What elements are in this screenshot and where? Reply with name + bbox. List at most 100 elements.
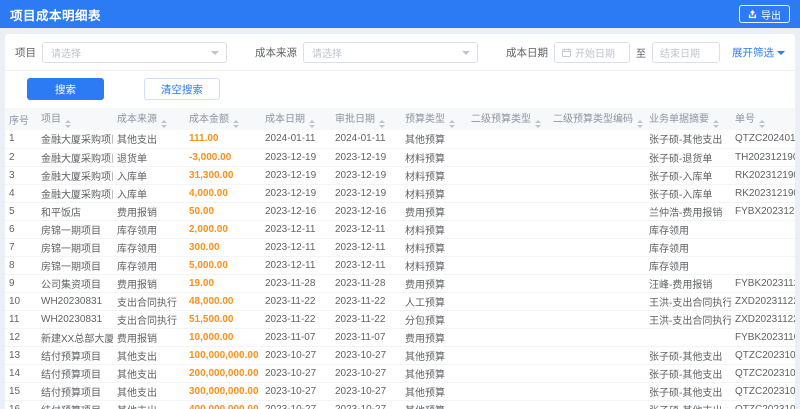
table-row[interactable]: 8 房锦一期项目 库存领用 5,000.00 2023-12-11 2023-12-11 材… — [5, 256, 795, 275]
table-row[interactable]: 3 金融大厦采购项目 入库单 31,300.00 2023-12-19 2023-12-1… — [5, 166, 795, 185]
table-header: 序号 项目 成本来源 成本金额 成本日期 审批日期 预算类型 二级预算类型 二级预算类型编码 业务… — [5, 108, 795, 130]
table-cell — [467, 328, 549, 347]
column-header[interactable]: 成本金额 — [185, 108, 261, 130]
table-cell: 王洪-支出合同执行 — [645, 310, 731, 329]
table-cell: 12 — [5, 328, 37, 347]
sort-carets-icon[interactable] — [449, 120, 455, 128]
table-cell: 库存领用 — [645, 220, 731, 239]
table-cell: 2023-12-16 — [261, 202, 331, 221]
action-bar: 搜索 清空搜索 — [5, 71, 795, 108]
table-cell: 4 — [5, 184, 37, 203]
sort-carets-icon[interactable] — [379, 120, 385, 128]
table-row[interactable]: 5 和平饭店 费用报销 50.00 2023-12-16 2023-12-16 费用预算 兰仲… — [5, 202, 795, 221]
table-cell: 张子硕-其他支出 — [645, 400, 731, 409]
table-cell: 5 — [5, 202, 37, 221]
table-cell: 材料预算 — [401, 166, 467, 185]
column-header-label: 审批日期 — [335, 114, 375, 126]
column-header[interactable]: 成本日期 — [261, 108, 331, 130]
chevron-down-icon — [462, 51, 470, 55]
date-range-separator: 至 — [636, 49, 646, 60]
table-cell: 14 — [5, 364, 37, 383]
sort-carets-icon[interactable] — [759, 120, 765, 128]
table-cell: 公司集资项目 — [37, 274, 113, 293]
table-cell: 2023-10-27 — [261, 400, 331, 409]
table-cell: 19.00 — [185, 274, 261, 293]
table-row[interactable]: 12新建XX总部大厦工程二期费用报销10,000.002023-11-07202… — [5, 328, 795, 347]
table-cell: 材料预算 — [401, 238, 467, 257]
export-button[interactable]: 导出 — [739, 5, 790, 23]
expand-filter-link[interactable]: 展开筛选 — [732, 45, 785, 60]
table-cell: 金融大厦采购项目 — [37, 184, 113, 203]
sort-carets-icon[interactable] — [713, 120, 719, 128]
table-cell: 2023-10-27 — [261, 346, 331, 365]
project-filter-label: 项目 — [15, 47, 36, 59]
table-cell: -3,000.00 — [185, 148, 261, 167]
table-cell: 费用报销 — [113, 202, 185, 221]
table-row[interactable]: 1 金融大厦采购项目 其他支出 111.00 2024-01-11 2024-01-11 其… — [5, 130, 795, 149]
filter-bar: 项目 请选择 成本来源 请选择 成本日期 开始日期 至 结束日期 展开筛选 — [5, 34, 795, 71]
cost-date-filter: 成本日期 开始日期 至 结束日期 — [506, 42, 720, 63]
table-row[interactable]: 9 公司集资项目 费用报销 19.00 2023-11-28 2023-11-28 费用预算… — [5, 274, 795, 293]
table-cell: RK20231219002 — [731, 184, 795, 203]
table-row[interactable]: 2 金融大厦采购项目 退货单 -3,000.00 2023-12-19 2023-12-1… — [5, 148, 795, 167]
table-cell: 金融大厦采购项目 — [37, 148, 113, 167]
table-cell: 张子硕-退货单 — [645, 148, 731, 167]
sort-carets-icon[interactable] — [161, 120, 167, 128]
table-row[interactable]: 15 结付预算项目 其他支出 300,000,000.00 2023-10-27 2023… — [5, 382, 795, 401]
column-header[interactable]: 单号 — [731, 108, 795, 130]
sort-carets-icon[interactable] — [535, 120, 541, 128]
cost-source-select-placeholder: 请选择 — [312, 49, 342, 60]
cost-source-select[interactable]: 请选择 — [303, 42, 478, 63]
table-row[interactable]: 10 WH20230831 支出合同执行 48,000.00 2023-11-22 202… — [5, 292, 795, 311]
table-cell — [467, 310, 549, 329]
project-select-placeholder: 请选择 — [51, 49, 81, 60]
table-row[interactable]: 16结付预算项目其他支出400,000,000.002023-10-272023… — [5, 400, 795, 409]
table-cell: 2023-10-27 — [261, 364, 331, 383]
table-cell: 结付预算项目 — [37, 382, 113, 401]
project-select[interactable]: 请选择 — [42, 42, 227, 63]
table-cell: 2023-11-28 — [331, 274, 401, 293]
table-cell: 2023-12-19 — [331, 184, 401, 203]
table-cell: 2023-12-11 — [331, 220, 401, 239]
cost-date-end-input[interactable]: 结束日期 — [652, 42, 720, 63]
column-header-label: 单号 — [735, 114, 755, 126]
column-header-label: 二级预算类型编码 — [553, 114, 633, 126]
table-row[interactable]: 13 结付预算项目 其他支出 100,000,000.00 2023-10-27 2023… — [5, 346, 795, 365]
column-header[interactable]: 成本来源 — [113, 108, 185, 130]
sort-carets-icon[interactable] — [233, 120, 239, 128]
table-cell: 材料预算 — [401, 256, 467, 275]
table-row[interactable]: 14 结付预算项目 其他支出 200,000,000.00 2023-10-27 2023… — [5, 364, 795, 383]
sort-carets-icon[interactable] — [309, 120, 315, 128]
table-cell: 10 — [5, 292, 37, 311]
sort-carets-icon[interactable] — [637, 120, 643, 128]
table-cell: 2023-12-19 — [261, 148, 331, 167]
table-row[interactable]: 4 金融大厦采购项目 入库单 4,000.00 2023-12-19 2023-12-19… — [5, 184, 795, 203]
clear-search-button[interactable]: 清空搜索 — [144, 78, 220, 100]
column-header[interactable]: 二级预算类型 — [467, 108, 549, 130]
sort-carets-icon[interactable] — [65, 120, 71, 128]
column-header-label: 序号 — [9, 115, 29, 127]
table-cell: 9 — [5, 274, 37, 293]
cost-detail-table: 序号 项目 成本来源 成本金额 成本日期 审批日期 预算类型 二级预算类型 二级预算类型编码 业务… — [5, 108, 795, 409]
column-header[interactable]: 项目 — [37, 108, 113, 130]
column-header[interactable]: 业务单据摘要 — [645, 108, 731, 130]
table-cell: WH20230831 — [37, 310, 113, 329]
table-cell: 入库单 — [113, 166, 185, 185]
column-header[interactable]: 预算类型 — [401, 108, 467, 130]
table-cell: 50.00 — [185, 202, 261, 221]
table-cell: 11 — [5, 310, 37, 329]
table-cell — [467, 274, 549, 293]
search-button[interactable]: 搜索 — [27, 78, 104, 100]
cost-date-start-input[interactable]: 开始日期 — [554, 42, 630, 63]
table-cell: 6 — [5, 220, 37, 239]
table-cell: 分包预算 — [401, 310, 467, 329]
table-row[interactable]: 7 房锦一期项目 库存领用 300.00 2023-12-11 2023-12-11 材料预… — [5, 238, 795, 257]
table-cell: 2023-12-11 — [261, 220, 331, 239]
table-cell: 2023-11-28 — [261, 274, 331, 293]
table-cell: ZXD20231122001 — [731, 310, 795, 329]
column-header[interactable]: 二级预算类型编码 — [549, 108, 645, 130]
table-row[interactable]: 11 WH20230831 支出合同执行 51,500.00 2023-11-22 202… — [5, 310, 795, 329]
column-header[interactable]: 审批日期 — [331, 108, 401, 130]
table-row[interactable]: 6 房锦一期项目 库存领用 2,000.00 2023-12-11 2023-12-11 材… — [5, 220, 795, 239]
table-cell: 费用报销 — [113, 328, 185, 347]
